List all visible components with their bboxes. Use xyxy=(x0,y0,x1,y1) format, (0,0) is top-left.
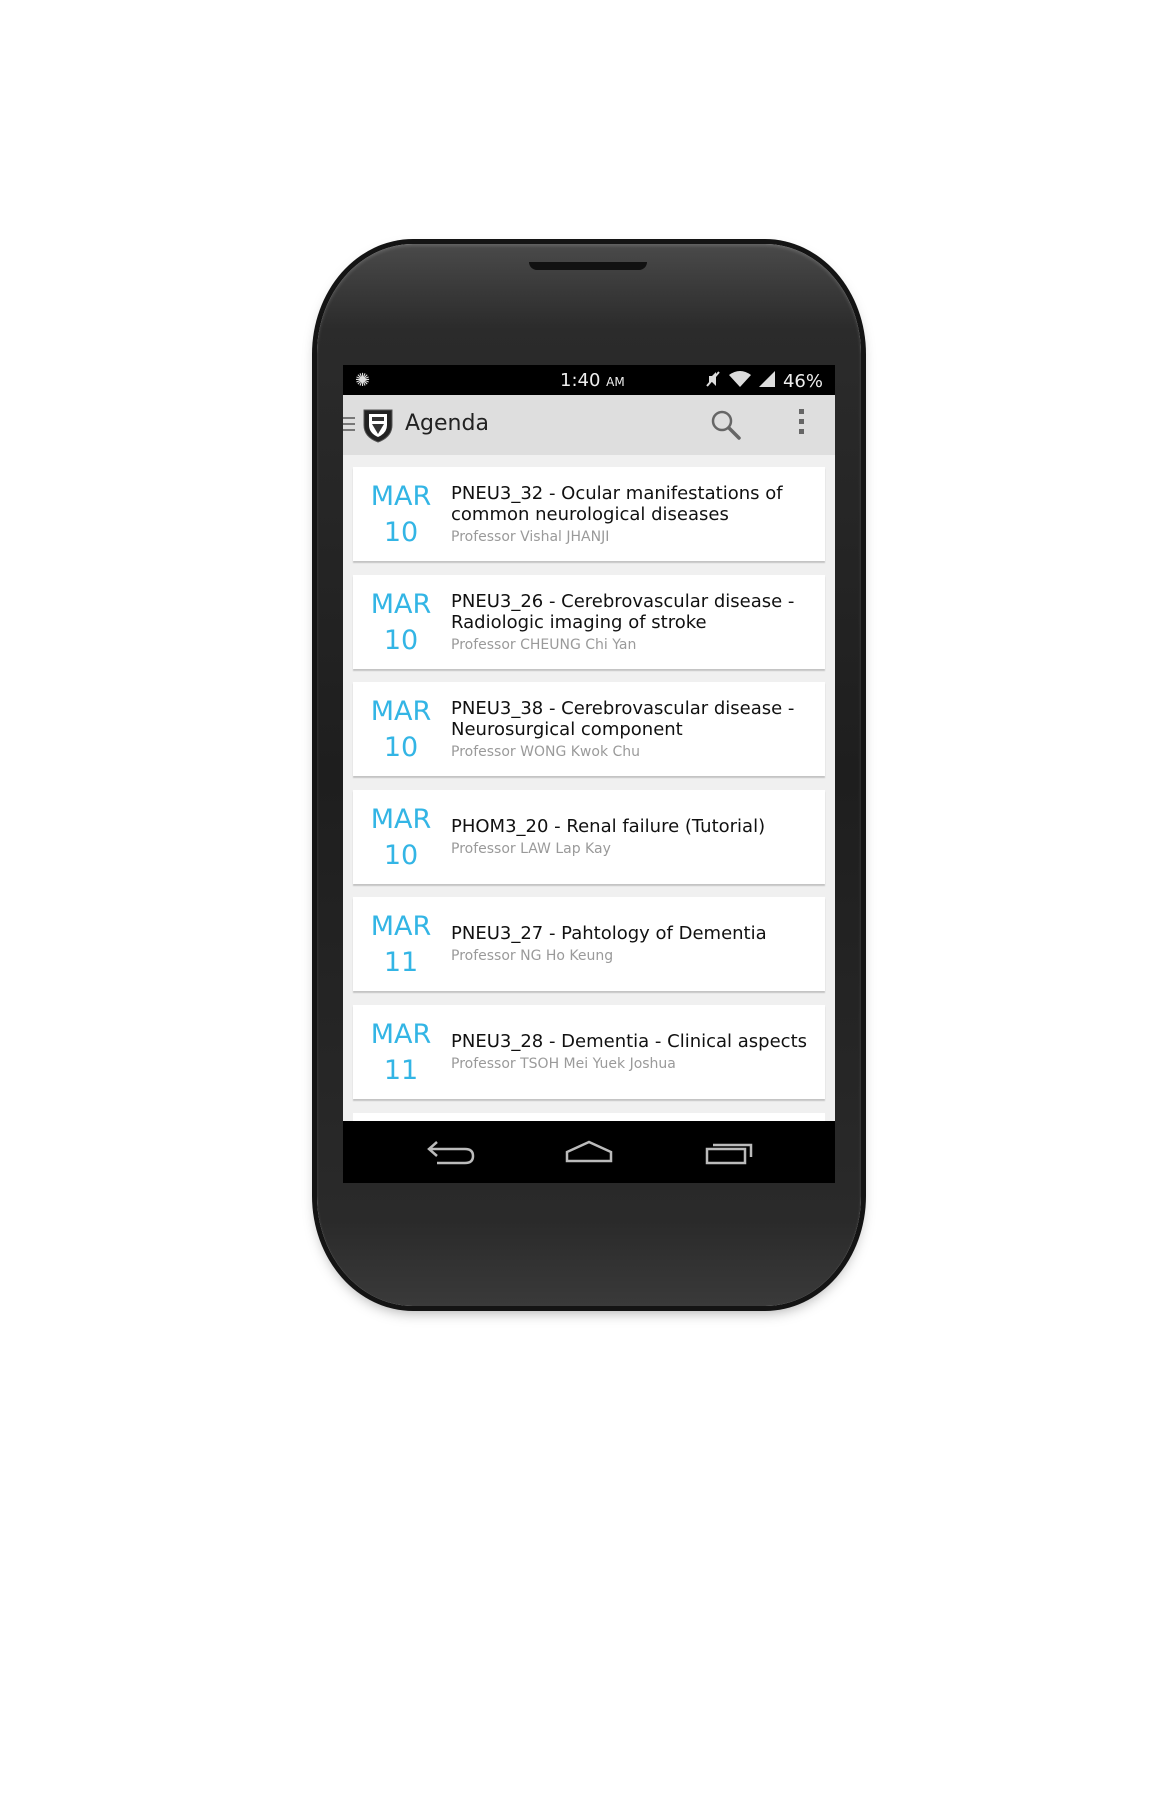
agenda-month: MAR xyxy=(370,803,432,835)
agenda-title: PNEU3_26 - Cerebrovascular disease - Rad… xyxy=(451,590,795,633)
agenda-month: MAR xyxy=(370,481,432,512)
recent-apps-icon[interactable] xyxy=(699,1137,759,1167)
agenda-item[interactable]: MAR 10 PNEU3_32 - Ocular manifestations … xyxy=(353,467,825,561)
agenda-date: MAR 10 xyxy=(353,804,449,876)
agenda-item[interactable]: MAR 10 PNEU3_26 - Cerebrovascular diseas… xyxy=(353,574,825,669)
agenda-title: PNEU3_32 - Ocular manifestations of comm… xyxy=(451,483,783,525)
overflow-menu-icon[interactable] xyxy=(795,409,807,441)
status-right-group: 46% xyxy=(705,370,823,392)
agenda-day: 11 xyxy=(383,947,419,978)
agenda-details: PNEU3_27 - Pahtology of Dementia Profess… xyxy=(451,923,811,964)
agenda-month: MAR xyxy=(370,696,432,727)
agenda-details: PNEU3_26 - Cerebrovascular disease - Rad… xyxy=(451,591,811,653)
status-ampm: AM xyxy=(606,375,625,389)
agenda-day: 10 xyxy=(383,624,419,656)
agenda-day: 10 xyxy=(383,732,419,763)
mute-icon xyxy=(705,370,721,392)
battery-percent: 46% xyxy=(782,370,823,392)
back-icon[interactable] xyxy=(421,1137,481,1167)
phone-speaker xyxy=(529,262,647,270)
agenda-title: PHOM3_20 - Renal failure (Tutorial) xyxy=(451,815,766,837)
agenda-title: PNEU3_28 - Dementia - Clinical aspects xyxy=(451,1030,808,1052)
agenda-title: PNEU3_27 - Pahtology of Dementia xyxy=(451,923,767,944)
agenda-list: MAR 10 PNEU3_32 - Ocular manifestations … xyxy=(353,467,825,1112)
agenda-item[interactable]: MAR 11 PNEU3_28 - Dementia - Clinical as… xyxy=(353,1004,825,1099)
agenda-professor: Professor Vishal JHANJI xyxy=(451,529,610,545)
agenda-details: PNEU3_28 - Dementia - Clinical aspects P… xyxy=(451,1031,811,1072)
agenda-professor: Professor TSOH Mei Yuek Joshua xyxy=(451,1055,676,1072)
agenda-professor: Professor CHEUNG Chi Yan xyxy=(451,636,637,653)
wifi-icon xyxy=(728,370,751,392)
agenda-item[interactable]: MAR 10 PHOM3_20 - Renal failure (Tutoria… xyxy=(353,789,825,884)
agenda-professor: Professor WONG Kwok Chu xyxy=(451,744,641,760)
agenda-item[interactable]: MAR 10 PNEU3_38 - Cerebrovascular diseas… xyxy=(353,682,825,776)
status-time-value: 1:40 xyxy=(560,370,601,391)
device-screen: ✺ 1:40 AM 46% Agenda MAR 10 PNEU3_32 - O… xyxy=(343,365,835,1183)
agenda-date: MAR 10 xyxy=(353,481,449,553)
agenda-date: MAR 11 xyxy=(353,1019,449,1091)
page-title: Agenda xyxy=(405,411,489,436)
agenda-date: MAR 11 xyxy=(353,911,449,983)
agenda-day: 11 xyxy=(383,1054,419,1086)
agenda-details: PHOM3_20 - Renal failure (Tutorial) Prof… xyxy=(451,816,811,857)
search-icon[interactable] xyxy=(709,408,743,442)
agenda-date: MAR 10 xyxy=(353,696,449,768)
app-logo-icon[interactable] xyxy=(361,407,395,443)
agenda-month: MAR xyxy=(370,911,432,942)
brightness-icon: ✺ xyxy=(355,370,371,391)
home-icon[interactable] xyxy=(559,1137,619,1167)
agenda-day: 10 xyxy=(383,517,419,548)
agenda-date: MAR 10 xyxy=(353,589,449,661)
agenda-day: 10 xyxy=(383,839,419,871)
navigation-bar xyxy=(343,1121,835,1183)
agenda-month: MAR xyxy=(370,1018,432,1050)
agenda-month: MAR xyxy=(370,588,432,620)
agenda-item[interactable]: MAR 11 PNEU3_27 - Pahtology of Dementia … xyxy=(353,897,825,991)
status-bar: ✺ 1:40 AM 46% xyxy=(343,365,835,395)
status-time: 1:40 AM xyxy=(560,370,625,391)
agenda-title: PNEU3_38 - Cerebrovascular disease - Neu… xyxy=(451,698,795,740)
agenda-details: PNEU3_32 - Ocular manifestations of comm… xyxy=(451,483,811,545)
agenda-details: PNEU3_38 - Cerebrovascular disease - Neu… xyxy=(451,698,811,760)
action-bar: Agenda xyxy=(343,395,835,455)
signal-icon xyxy=(758,370,775,392)
drawer-icon[interactable] xyxy=(343,417,355,433)
agenda-professor: Professor NG Ho Keung xyxy=(451,948,614,964)
agenda-professor: Professor LAW Lap Kay xyxy=(451,840,611,857)
